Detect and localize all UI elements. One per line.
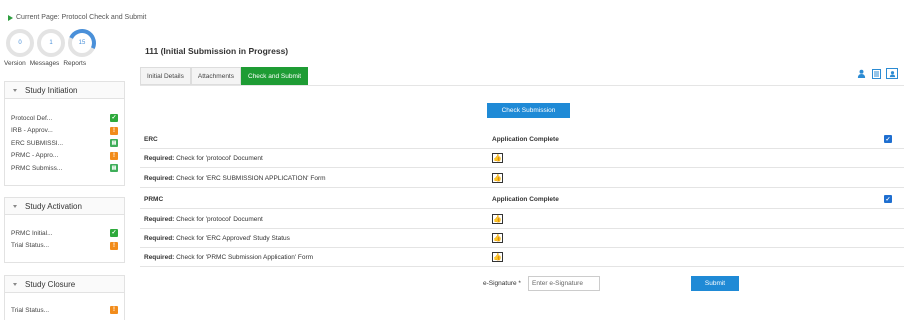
check-description: Check for 'ERC SUBMISSION APPLICATION' F… [176,174,326,182]
prmc-section-row: PRMC Application Complete ✓ [140,190,904,209]
stats-labels: Version Messages Reports [4,60,86,67]
messages-ring[interactable]: 1 [37,29,65,57]
tab-bar: Initial Details Attachments Check and Su… [140,67,309,85]
erc-status: Application Complete [492,135,559,143]
thumbs-up-icon: 👍 [492,252,503,262]
sidebar-item-irb-approval[interactable]: IRB - Approv... ! [11,125,118,138]
sidebar-item-protocol-def[interactable]: Protocol Def... ✓ [11,112,118,125]
check-icon: ✓ [110,229,118,238]
warning-icon: ! [110,151,118,160]
warning-icon: ! [110,126,118,135]
version-label: Version [4,60,26,67]
study-initiation-title: Study Initiation [25,85,78,95]
study-initiation-panel: Study Initiation Protocol Def... ✓ IRB -… [4,81,125,186]
prmc-check-row: Required: Check for 'PRMC Submission App… [140,248,904,267]
erc-section-title: ERC [144,135,158,143]
sidebar-item-label: PRMC Initial... [11,229,53,237]
document-icon[interactable] [871,68,881,79]
required-label: Required: [144,215,175,223]
study-closure-header[interactable]: Study Closure [5,276,124,293]
document-check-icon: ▤ [110,139,118,148]
sidebar-item-label: Protocol Def... [11,114,53,122]
current-page-indicator: Current Page: Protocol Check and Submit [8,14,146,21]
check-icon: ✓ [110,114,118,123]
check-row-text: Required: Check for 'protocol' Document [144,216,263,223]
erc-complete-checkbox[interactable]: ✓ [884,135,892,143]
play-icon [8,14,13,21]
profile-card-icon[interactable] [886,68,898,79]
stats-rings: 0 1 15 [6,29,96,57]
sidebar-item-label: Trial Status... [11,242,50,250]
warning-icon: ! [110,241,118,250]
esignature-input[interactable] [528,276,600,291]
erc-check-row: Required: Check for 'ERC SUBMISSION APPL… [140,169,904,188]
required-label: Required: [144,253,175,261]
sidebar-item-prmc-approval[interactable]: PRMC - Appro... ! [11,150,118,163]
sidebar-item-erc-submission[interactable]: ERC SUBMISSI... ▤ [11,137,118,150]
prmc-section-title: PRMC [144,195,164,203]
sidebar-item-prmc-submission[interactable]: PRMC Submiss... ▤ [11,162,118,175]
reports-label: Reports [63,60,87,67]
check-description: Check for 'ERC Approved' Study Status [176,234,290,242]
check-submission-button[interactable]: Check Submission [487,103,570,118]
required-label: Required: [144,234,175,242]
sidebar-item-label: Trial Status... [11,306,50,314]
version-ring[interactable]: 0 [6,29,34,57]
study-activation-title: Study Activation [25,201,82,211]
prmc-check-row: Required: Check for 'protocol' Document … [140,210,904,229]
thumbs-up-icon: 👍 [492,233,503,243]
erc-section-row: ERC Application Complete ✓ [140,130,904,149]
erc-check-row: Required: Check for 'protocol' Document … [140,149,904,168]
tab-initial-details[interactable]: Initial Details [140,67,191,85]
version-count: 0 [18,40,22,46]
page-title: 111 (Initial Submission in Progress) [145,46,289,56]
caret-down-icon [13,282,17,286]
user-icon[interactable] [856,69,866,79]
warning-icon: ! [110,306,118,315]
toolbar-icons [856,68,898,79]
tab-check-and-submit[interactable]: Check and Submit [241,67,309,85]
tab-divider [140,85,904,86]
thumbs-up-icon: 👍 [492,153,503,163]
required-label: Required: [144,154,175,162]
check-description: Check for 'PRMC Submission Application' … [176,253,314,261]
sidebar-item-trial-status-closure[interactable]: Trial Status... ! [11,304,118,317]
check-description: Check for 'protocol' Document [176,154,263,162]
reports-count: 15 [78,40,86,46]
check-row-text: Required: Check for 'protocol' Document [144,155,263,162]
messages-label: Messages [29,60,60,67]
thumbs-up-icon: 👍 [492,173,503,183]
prmc-check-row: Required: Check for 'ERC Approved' Study… [140,229,904,248]
prmc-complete-checkbox[interactable]: ✓ [884,195,892,203]
submit-button[interactable]: Submit [691,276,739,291]
study-activation-panel: Study Activation PRMC Initial... ✓ Trial… [4,197,125,263]
study-closure-panel: Study Closure Trial Status... ! [4,275,125,320]
reports-ring[interactable]: 15 [68,29,96,57]
required-label: Required: [144,174,175,182]
sidebar-item-label: IRB - Approv... [11,127,53,135]
study-activation-header[interactable]: Study Activation [5,198,124,215]
tab-attachments[interactable]: Attachments [190,67,241,85]
sidebar-item-label: ERC SUBMISSI... [11,139,64,147]
sidebar-item-label: PRMC - Appro... [11,152,59,160]
sidebar-item-trial-status[interactable]: Trial Status... ! [11,240,118,253]
sidebar-item-label: PRMC Submiss... [11,164,63,172]
check-row-text: Required: Check for 'ERC Approved' Study… [144,235,290,242]
sidebar-item-prmc-initial[interactable]: PRMC Initial... ✓ [11,227,118,240]
messages-count: 1 [49,40,53,46]
thumbs-up-icon: 👍 [492,214,503,224]
current-page-label: Current Page: Protocol Check and Submit [16,14,147,21]
prmc-status: Application Complete [492,195,559,203]
check-description: Check for 'protocol' Document [176,215,263,223]
check-row-text: Required: Check for 'ERC SUBMISSION APPL… [144,175,326,182]
document-check-icon: ▤ [110,164,118,173]
caret-down-icon [13,88,17,92]
check-row-text: Required: Check for 'PRMC Submission App… [144,254,313,261]
esignature-label: e-Signature * [483,280,521,287]
study-initiation-header[interactable]: Study Initiation [5,82,124,99]
caret-down-icon [13,204,17,208]
study-closure-title: Study Closure [25,279,76,289]
